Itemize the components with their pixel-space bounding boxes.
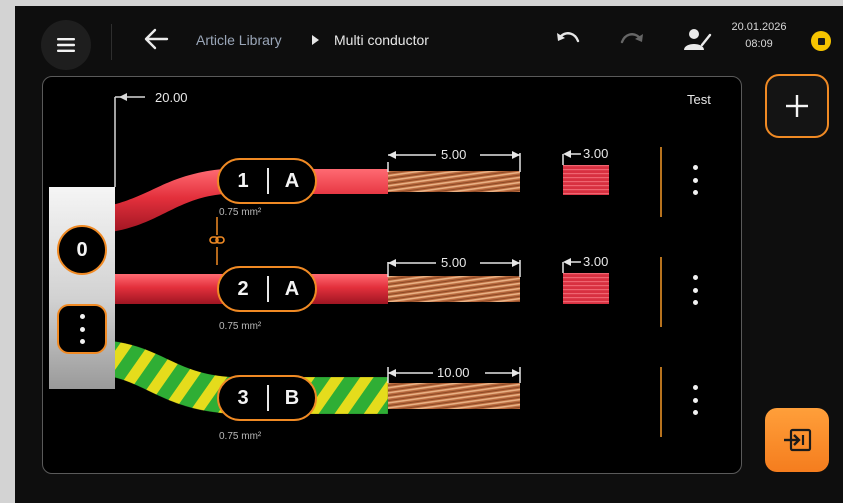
app-window: Article Library Multi conductor 20.01.20…	[15, 6, 843, 503]
row-marker-3	[660, 367, 662, 437]
execute-button[interactable]	[765, 408, 829, 472]
cross-section-2: 0.75 mm²	[219, 321, 262, 332]
link-chain-icon[interactable]	[209, 236, 225, 244]
strip-length-1[interactable]: 5.00	[441, 147, 466, 162]
undo-icon[interactable]	[555, 31, 581, 49]
divider	[111, 24, 112, 60]
breadcrumb-article-library[interactable]: Article Library	[196, 32, 282, 48]
date-time-display: 20.01.2026 08:09	[719, 19, 799, 53]
conductor-pill-3[interactable]: 3 B	[217, 375, 317, 421]
conductor-canvas: 20.00 Test 5.00 5.00 10.00 3.00 3.00 0.7…	[42, 76, 742, 474]
conductor-pill-2[interactable]: 2 A	[217, 266, 317, 312]
conductor-number: 3	[237, 386, 249, 409]
row-marker-1	[660, 147, 662, 217]
add-button[interactable]	[765, 74, 829, 138]
conductor-1-more-icon[interactable]	[687, 165, 703, 195]
redo-icon[interactable]	[619, 32, 645, 50]
menu-button[interactable]	[41, 20, 91, 70]
conductor-3-more-icon[interactable]	[687, 385, 703, 415]
arrow-left-icon[interactable]	[143, 28, 169, 50]
strip-length-3[interactable]: 10.00	[437, 365, 470, 380]
strip-length-2[interactable]: 5.00	[441, 255, 466, 270]
conductor-letter: A	[284, 169, 300, 192]
hamburger-menu-icon	[57, 38, 75, 52]
conductor-letter: B	[284, 386, 300, 409]
user-edit-icon[interactable]	[682, 27, 712, 51]
breadcrumb-separator-icon	[312, 35, 319, 45]
partial-strip-1[interactable]: 3.00	[583, 146, 608, 161]
top-bar: Article Library Multi conductor 20.01.20…	[15, 6, 843, 72]
execute-arrow-icon	[784, 428, 812, 452]
bundle-number-button[interactable]: 0	[57, 225, 107, 275]
corner-label: Test	[687, 92, 711, 107]
conductor-drawing	[49, 93, 609, 415]
cross-section-1: 0.75 mm²	[219, 207, 262, 218]
bundle-more-button[interactable]	[57, 304, 107, 354]
breadcrumb-current: Multi conductor	[334, 32, 429, 48]
overall-length-value[interactable]: 20.00	[155, 90, 188, 105]
conductor-2-more-icon[interactable]	[687, 275, 703, 305]
row-marker-2	[660, 257, 662, 327]
conductor-letter: A	[284, 277, 300, 300]
date-text: 20.01.2026	[731, 21, 787, 33]
conductor-number: 1	[237, 169, 249, 192]
plus-icon	[786, 95, 808, 117]
time-text: 08:09	[745, 38, 773, 50]
conductor-number: 2	[237, 277, 249, 300]
cross-section-3: 0.75 mm²	[219, 431, 262, 442]
partial-strip-2[interactable]: 3.00	[583, 254, 608, 269]
more-vertical-icon	[74, 314, 90, 344]
pause-status-icon[interactable]	[811, 31, 831, 51]
conductor-pill-1[interactable]: 1 A	[217, 158, 317, 204]
